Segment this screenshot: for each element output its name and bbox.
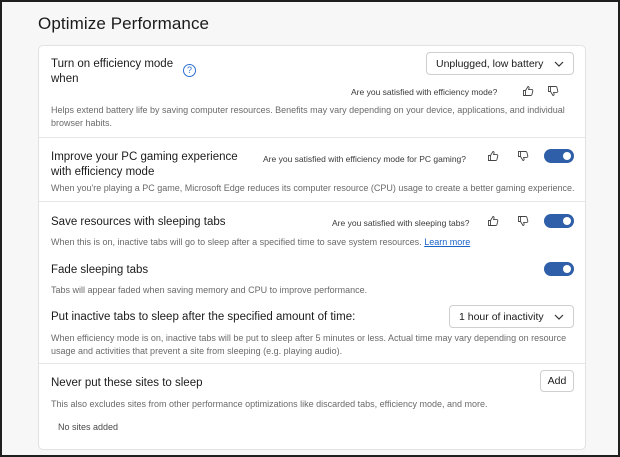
chevron-down-icon <box>554 314 564 320</box>
never-sleep-description: This also excludes sites from other perf… <box>51 399 488 409</box>
sleeping-tabs-description-text: When this is on, inactive tabs will go t… <box>51 237 422 247</box>
chevron-down-icon <box>554 61 564 67</box>
toggle-knob <box>563 152 571 160</box>
gaming-feedback-question: Are you satisfied with efficiency mode f… <box>263 154 466 164</box>
fade-tabs-title: Fade sleeping tabs <box>51 264 149 276</box>
inactive-tabs-title: Put inactive tabs to sleep after the spe… <box>51 311 356 323</box>
no-sites-text: No sites added <box>58 422 119 432</box>
toggle-knob <box>563 217 571 225</box>
gaming-toggle[interactable] <box>544 149 574 163</box>
thumbs-up-icon[interactable] <box>522 85 534 97</box>
toggle-knob <box>563 265 571 273</box>
sleeping-tabs-description: When this is on, inactive tabs will go t… <box>51 236 576 249</box>
sleeping-tabs-title: Save resources with sleeping tabs <box>51 216 226 228</box>
gaming-title: Improve your PC gaming experience with e… <box>51 151 238 178</box>
add-site-button[interactable]: Add <box>540 370 574 392</box>
thumbs-down-icon[interactable] <box>547 85 559 97</box>
question-circle-icon[interactable]: ? <box>183 64 196 77</box>
inactive-tabs-dropdown-value: 1 hour of inactivity <box>459 311 544 323</box>
fade-tabs-description: Tabs will appear faded when saving memor… <box>51 285 368 295</box>
thumbs-up-icon[interactable] <box>487 150 499 162</box>
fade-tabs-toggle[interactable] <box>544 262 574 276</box>
page-title: Optimize Performance <box>38 14 210 33</box>
efficiency-mode-description: Helps extend battery life by saving comp… <box>51 105 565 128</box>
divider <box>39 201 585 202</box>
thumbs-up-icon[interactable] <box>487 215 499 227</box>
thumbs-down-icon[interactable] <box>517 150 529 162</box>
never-sleep-title: Never put these sites to sleep <box>51 377 203 389</box>
efficiency-mode-dropdown-value: Unplugged, low battery <box>436 58 544 70</box>
divider <box>39 363 585 364</box>
sleeping-tabs-feedback-question: Are you satisfied with sleeping tabs? <box>332 218 470 228</box>
thumbs-down-icon[interactable] <box>517 215 529 227</box>
settings-card: Turn on efficiency mode when ? Unplugged… <box>38 45 586 450</box>
inactive-tabs-dropdown[interactable]: 1 hour of inactivity <box>449 305 574 328</box>
efficiency-mode-feedback-question: Are you satisfied with efficiency mode? <box>351 87 498 97</box>
gaming-description: When you're playing a PC game, Microsoft… <box>51 183 575 193</box>
window-frame: Optimize Performance Turn on efficiency … <box>0 0 620 457</box>
efficiency-mode-title: Turn on efficiency mode when <box>51 58 174 85</box>
divider <box>39 137 585 138</box>
sleeping-tabs-toggle[interactable] <box>544 214 574 228</box>
learn-more-link[interactable]: Learn more <box>424 237 470 247</box>
inactive-tabs-description: When efficiency mode is on, inactive tab… <box>51 333 567 356</box>
efficiency-mode-dropdown[interactable]: Unplugged, low battery <box>426 52 574 75</box>
